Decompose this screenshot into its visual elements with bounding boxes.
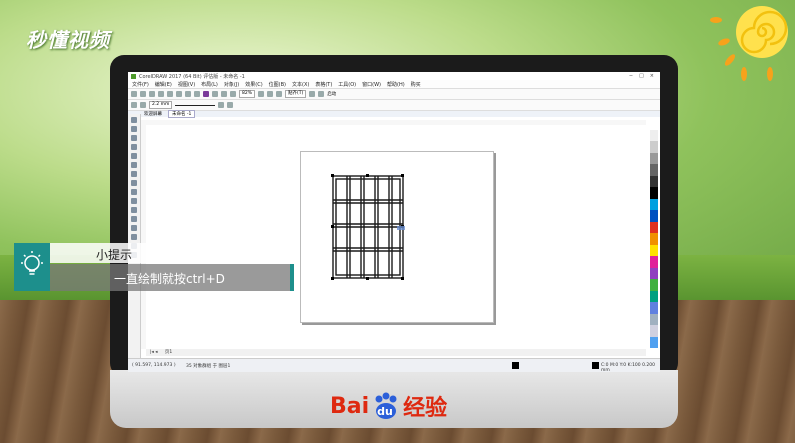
pick-tool-icon[interactable]	[131, 117, 137, 123]
text-tool-icon[interactable]	[131, 198, 137, 204]
tip-title: 小提示	[96, 248, 133, 262]
page-nav-first-icon[interactable]: |◂ ◂	[150, 350, 157, 355]
rectangle-tool-icon[interactable]	[131, 171, 137, 177]
menu-buy[interactable]: 购买	[411, 81, 421, 88]
arrowhead-icon[interactable]	[218, 102, 225, 108]
page-tab[interactable]: 页1	[165, 350, 172, 355]
maximize-button[interactable]: □	[639, 73, 644, 79]
minimize-button[interactable]: −	[629, 73, 633, 79]
ellipse-tool-icon[interactable]	[131, 180, 137, 186]
tip-overlay: 小提示 一直绘制就按ctrl+D	[14, 243, 294, 291]
menu-view[interactable]: 视图(V)	[178, 81, 195, 88]
cursor-coordinates: ( 91.597, 114.973 )	[132, 363, 176, 368]
menu-object[interactable]: 对象(J)	[224, 81, 239, 88]
options-gear-icon[interactable]	[309, 91, 316, 97]
page-navigator: |◂ ◂ 页1	[146, 349, 646, 356]
copy-icon[interactable]	[176, 91, 182, 97]
menu-table[interactable]: 表格(T)	[315, 81, 332, 88]
outline-info: C:0 M:0 Y:0 K:100 0.200 mm	[601, 363, 655, 372]
to-front-icon[interactable]	[227, 102, 234, 108]
outline-width-field[interactable]: 2.2 mm	[149, 101, 173, 109]
import-icon[interactable]	[212, 91, 218, 97]
close-button[interactable]: ×	[650, 73, 654, 79]
status-bar: ( 91.597, 114.973 ) 35 对象群组 于 图层1 C:0 M:…	[128, 358, 660, 372]
drawing-canvas[interactable]	[146, 125, 646, 349]
tab-document[interactable]: 未命名 -1	[168, 110, 196, 118]
polygon-tool-icon[interactable]	[131, 189, 137, 195]
menu-text[interactable]: 文本(X)	[292, 81, 309, 88]
color-palette[interactable]	[650, 118, 658, 348]
menu-effects[interactable]: 效果(C)	[245, 81, 262, 88]
app-window: CorelDRAW 2017 (64 Bit) 评估版 - 未命名 -1 − □…	[128, 72, 660, 372]
shape-tool-icon[interactable]	[131, 126, 137, 132]
selection-info: 35 对象群组 于 图层1	[186, 364, 231, 369]
document-tabs: 欢迎屏幕 未命名 -1	[128, 110, 660, 118]
parallel-dimension-icon[interactable]	[131, 207, 137, 213]
outline-color-swatch[interactable]	[512, 362, 519, 369]
full-screen-icon[interactable]	[258, 91, 265, 97]
menu-edit[interactable]: 编辑(E)	[155, 81, 172, 88]
window-title: CorelDRAW 2017 (64 Bit) 评估版 - 未命名 -1	[139, 73, 245, 80]
artistic-media-icon[interactable]	[131, 162, 137, 168]
toolbox	[128, 114, 141, 358]
tip-accent-bar	[290, 264, 294, 291]
menu-layout[interactable]: 布局(L)	[201, 81, 218, 88]
sun-icon	[710, 6, 788, 81]
grid-icon[interactable]	[276, 91, 283, 97]
menu-help[interactable]: 帮助(H)	[387, 81, 405, 88]
tip-panel	[14, 243, 50, 291]
crop-tool-icon[interactable]	[131, 135, 137, 141]
fill-color-swatch[interactable]	[592, 362, 599, 369]
grid-drawing[interactable]	[301, 152, 493, 322]
size-icon[interactable]	[140, 102, 146, 108]
brand-logo: 秒懂视频	[26, 28, 110, 52]
search-content-icon[interactable]	[203, 91, 209, 97]
export-icon[interactable]	[221, 91, 227, 97]
save-icon[interactable]	[149, 91, 155, 97]
line-style-select[interactable]	[175, 104, 216, 106]
menu-bitmaps[interactable]: 位图(B)	[269, 81, 286, 88]
tip-title-panel	[50, 243, 250, 263]
paste-icon[interactable]	[185, 91, 191, 97]
coreldraw-icon	[131, 73, 136, 79]
cut-icon[interactable]	[167, 91, 173, 97]
position-icon[interactable]	[131, 102, 137, 108]
freehand-tool-icon[interactable]	[131, 153, 137, 159]
rulers-icon[interactable]	[267, 91, 274, 97]
launch-icon[interactable]	[318, 91, 325, 97]
baidu-jingyan-logo: Bai du 经验	[330, 390, 447, 422]
document-page[interactable]	[300, 151, 494, 323]
publish-pdf-icon[interactable]	[230, 91, 236, 97]
lightbulb-icon	[21, 251, 43, 275]
new-icon[interactable]	[131, 91, 137, 97]
connector-tool-icon[interactable]	[131, 216, 137, 222]
print-icon[interactable]	[158, 91, 164, 97]
menu-file[interactable]: 文件(F)	[132, 81, 149, 88]
tab-welcome[interactable]: 欢迎屏幕	[144, 111, 162, 117]
drop-shadow-icon[interactable]	[131, 225, 137, 231]
zoom-tool-icon[interactable]	[131, 144, 137, 150]
zoom-select[interactable]: 82%	[239, 90, 256, 98]
title-bar: CorelDRAW 2017 (64 Bit) 评估版 - 未命名 -1 − □…	[128, 72, 660, 80]
snap-to-dropdown[interactable]: 贴齐(T)	[285, 90, 307, 98]
transparency-icon[interactable]	[131, 234, 137, 240]
undo-icon[interactable]	[194, 91, 200, 97]
open-icon[interactable]	[140, 91, 146, 97]
tip-body: 一直绘制就按ctrl+D	[114, 272, 225, 286]
menu-window[interactable]: 窗口(W)	[362, 81, 381, 88]
menu-bar: 文件(F) 编辑(E) 视图(V) 布局(L) 对象(J) 效果(C) 位图(B…	[128, 80, 660, 88]
standard-toolbar: 82% 贴齐(T) 启动	[128, 88, 660, 99]
menu-tools[interactable]: 工具(O)	[338, 81, 356, 88]
launch-dropdown[interactable]: 启动	[327, 91, 336, 97]
property-bar: 2.2 mm	[128, 99, 660, 110]
